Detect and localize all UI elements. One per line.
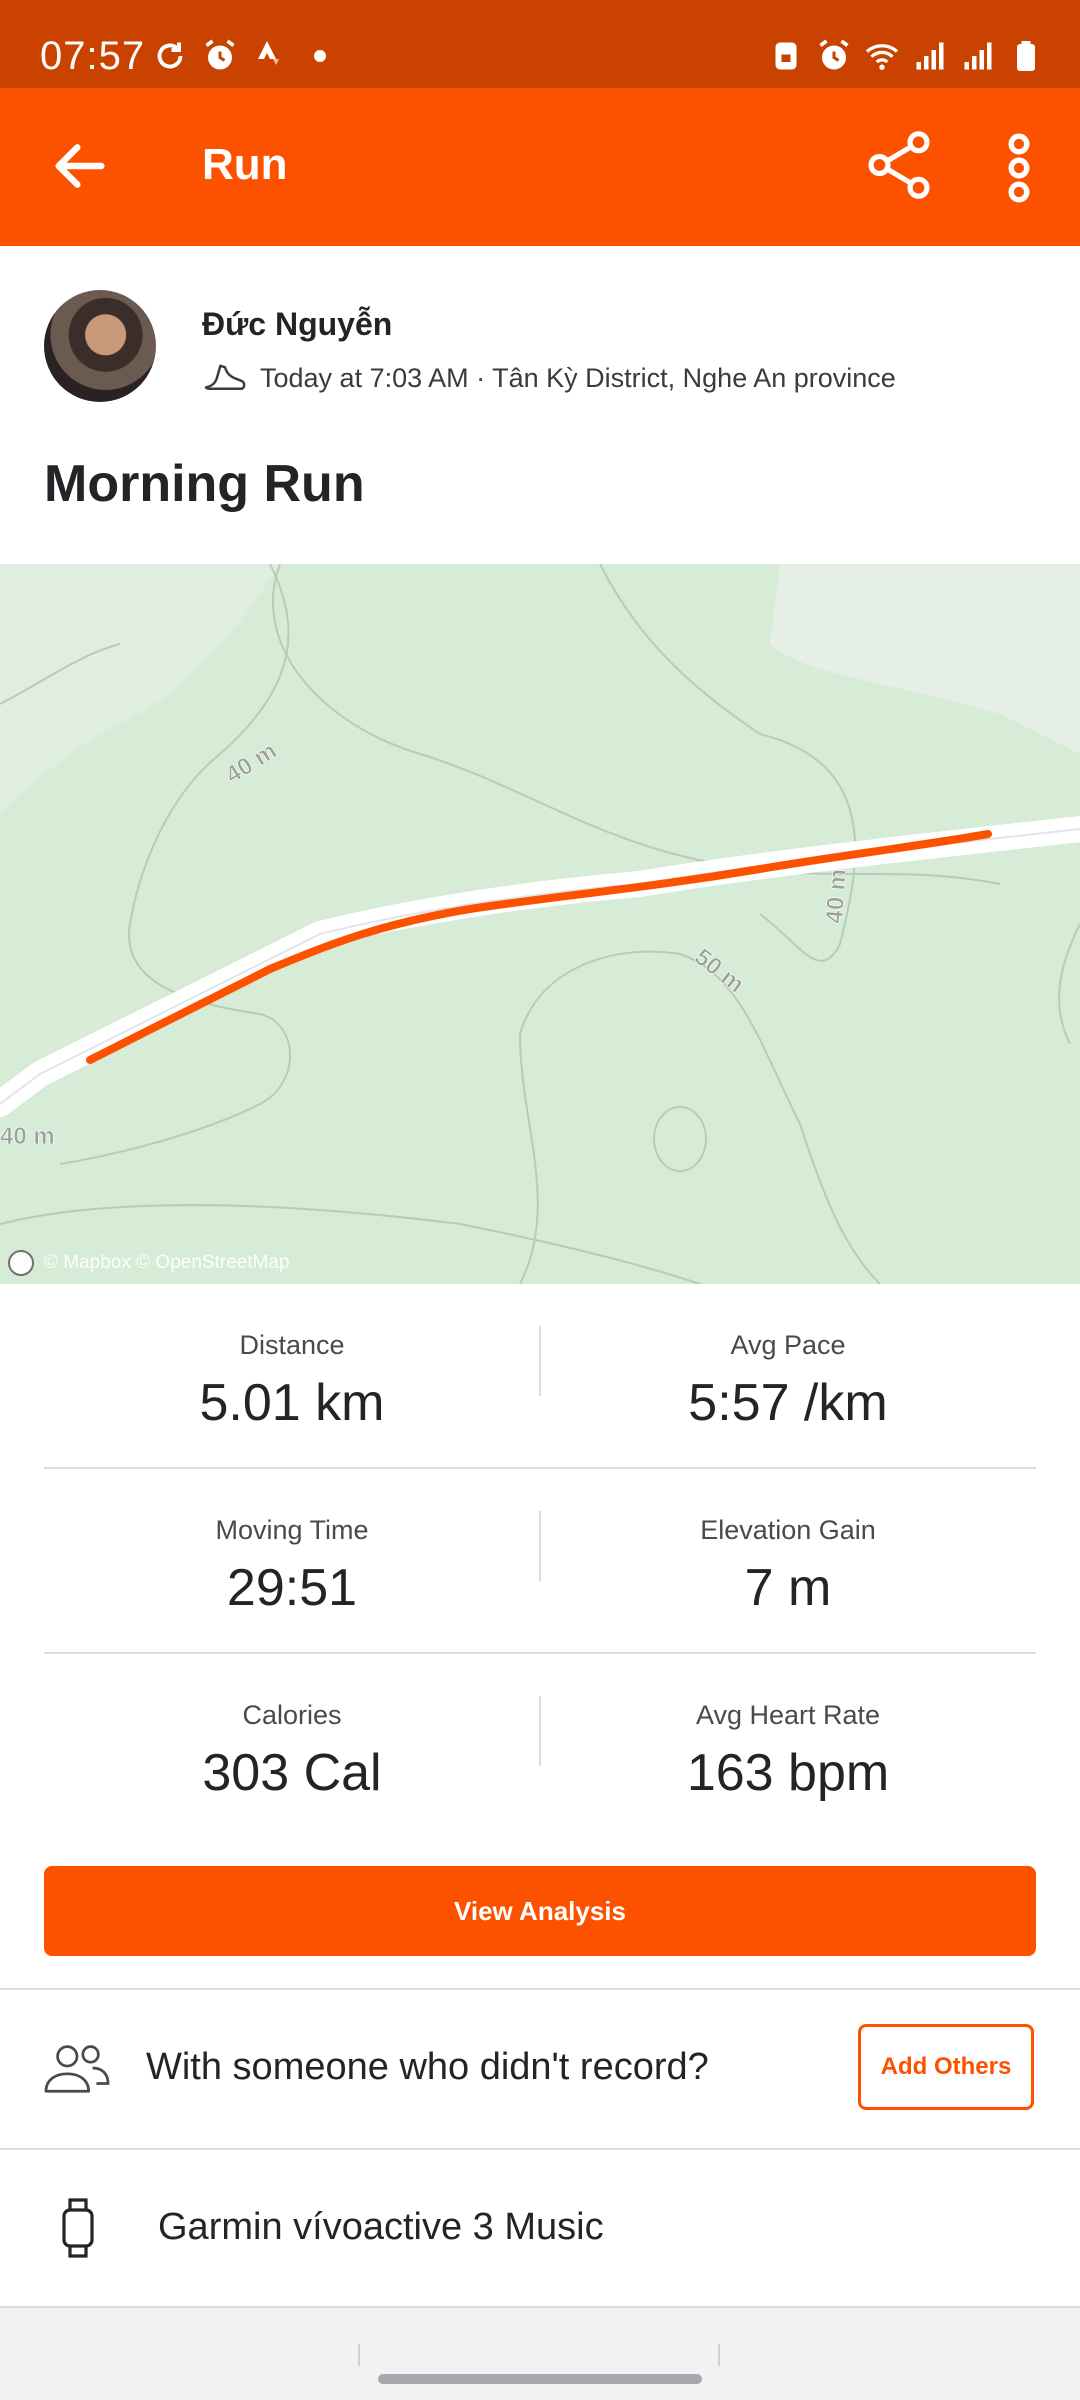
view-analysis-button[interactable]: View Analysis [44, 1866, 1036, 1956]
stat-value: 163 bpm [686, 1744, 890, 1802]
stat-avg-pace: Avg Pace 5:57 /km [540, 1330, 1036, 1433]
stat-value: 29:51 [226, 1559, 358, 1617]
stat-value: 7 m [744, 1559, 832, 1617]
stat-label: Avg Heart Rate [695, 1700, 881, 1730]
stat-label: Avg Pace [730, 1330, 846, 1360]
sim-lock-icon [775, 42, 797, 70]
divider [358, 2344, 360, 2366]
wifi-icon [865, 44, 899, 70]
athlete-name[interactable]: Đức Nguyễn [202, 306, 392, 343]
mapbox-logo-icon[interactable] [8, 1250, 34, 1276]
stats-grid: Distance 5.01 km Avg Pace 5:57 /km Movin… [44, 1284, 1036, 1837]
stats-row: Distance 5.01 km Avg Pace 5:57 /km [44, 1284, 1036, 1469]
more-vertical-icon[interactable] [994, 132, 1044, 204]
map-attribution[interactable]: © Mapbox © OpenStreetMap [8, 1250, 290, 1276]
alarm-icon [205, 39, 235, 70]
map-canvas: 40 m 40 m 50 m 40 m [0, 564, 1080, 1284]
contour-label-text: 40 m [0, 1123, 55, 1150]
dot-icon [314, 50, 326, 62]
home-indicator[interactable] [378, 2374, 702, 2384]
signal-icon [964, 42, 992, 70]
add-others-button[interactable]: Add Others [858, 2024, 1034, 2110]
avatar[interactable] [44, 290, 156, 402]
alarm-icon [819, 39, 849, 70]
app-bar: Run [0, 88, 1080, 246]
stat-value: 5:57 /km [688, 1374, 888, 1432]
map-attribution-text[interactable]: © Mapbox © OpenStreetMap [44, 1252, 290, 1274]
route-map[interactable]: 40 m 40 m 50 m 40 m © Mapbox © OpenStree… [0, 564, 1080, 1284]
stats-row: Moving Time 29:51 Elevation Gain 7 m [44, 1469, 1036, 1654]
stat-calories: Calories 303 Cal [44, 1700, 540, 1803]
contour-label-text: 40 m [821, 868, 852, 924]
stat-label: Elevation Gain [700, 1515, 876, 1545]
watch-icon [62, 2198, 94, 2258]
stat-elevation-gain: Elevation Gain 7 m [540, 1515, 1036, 1618]
arrow-left-icon[interactable] [48, 134, 112, 198]
shoe-icon [204, 364, 246, 390]
stat-value: 5.01 km [199, 1374, 385, 1432]
divider [718, 2344, 720, 2366]
stat-value: 303 Cal [202, 1744, 382, 1802]
stat-label: Calories [242, 1700, 342, 1730]
strava-icon [258, 41, 279, 65]
stat-label: Moving Time [215, 1515, 369, 1545]
stat-avg-heart-rate: Avg Heart Rate 163 bpm [540, 1700, 1036, 1803]
bottom-nav [0, 2308, 1080, 2400]
sync-icon [157, 42, 183, 69]
status-time: 07:57 [40, 34, 146, 78]
stat-label: Distance [239, 1330, 345, 1360]
stat-distance: Distance 5.01 km [44, 1330, 540, 1433]
stat-moving-time: Moving Time 29:51 [44, 1515, 540, 1618]
with-others-row: With someone who didn't record? Add Othe… [0, 1990, 1080, 2148]
activity-meta: Today at 7:03 AM · Tân Kỳ District, Nghe… [202, 358, 896, 398]
activity-title: Morning Run [44, 455, 365, 513]
battery-icon [1017, 41, 1035, 71]
signal-icon [916, 42, 944, 70]
page-title: Run [202, 140, 288, 189]
contour-label: 40 m [821, 868, 852, 925]
activity-meta-text: Today at 7:03 AM · Tân Kỳ District, Nghe… [260, 362, 896, 393]
device-row: Garmin vívoactive 3 Music [0, 2150, 1080, 2308]
device-name: Garmin vívoactive 3 Music [158, 2206, 604, 2248]
people-icon [44, 2045, 110, 2093]
with-others-text: With someone who didn't record? [146, 2046, 709, 2088]
contour-label: 40 m [0, 1123, 55, 1151]
share-icon[interactable] [860, 126, 938, 204]
status-bar: 07:57 [0, 0, 1080, 88]
activity-header: Đức Nguyễn Today at 7:03 AM · Tân Kỳ Dis… [0, 246, 1080, 564]
stats-row: Calories 303 Cal Avg Heart Rate 163 bpm [44, 1654, 1036, 1837]
